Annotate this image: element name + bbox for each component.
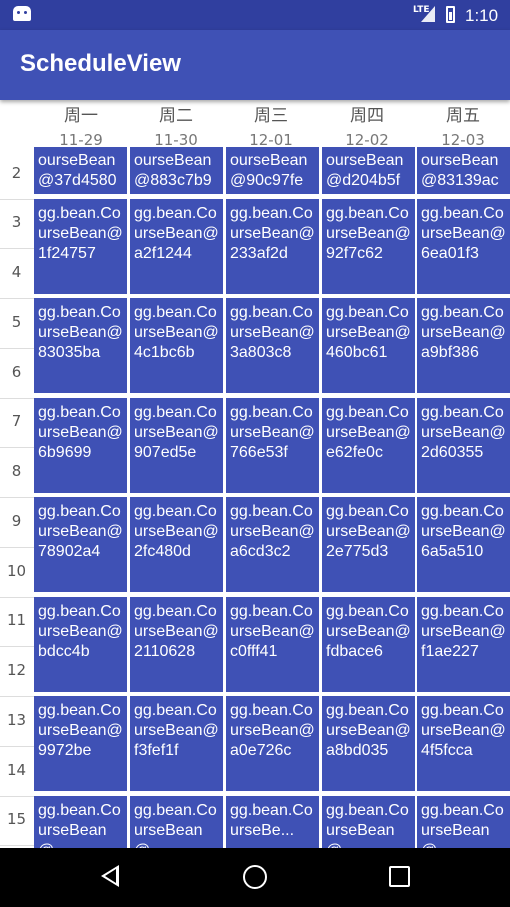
row-number: 9 [11,511,22,530]
row-number: 15 [6,810,27,829]
course-cell[interactable]: gg.bean.CourseBean@a9bf386 [417,298,510,393]
battery-icon [446,6,455,23]
status-bar: LTE 1:10 [0,0,510,30]
course-cell[interactable]: gg.bean.CourseBean@233af2d [226,198,319,294]
row-number: 5 [11,312,22,331]
weekday-label: 周三 [254,106,288,126]
weekday-label: 周一 [64,106,98,126]
row-number: 13 [6,710,27,729]
row-divider [0,845,34,847]
course-cell[interactable]: ourseBean@90c97fe [226,147,319,194]
course-cell[interactable]: gg.bean.CourseBean@a8bd035 [322,696,415,791]
course-cell[interactable]: ourseBean@83139ac [417,147,510,194]
row-divider [0,696,34,697]
row-number: 10 [6,561,27,580]
course-cell[interactable]: ourseBean@883c7b9 [130,147,223,194]
row-divider [0,795,34,797]
course-cell[interactable]: gg.bean.CourseBean@... [322,795,415,848]
day-header: 周一 11-29 周二 11-30 周三 12-01 周四 12-02 周五 1… [0,100,510,149]
date-label: 11-30 [154,131,198,149]
course-cell[interactable]: gg.bean.CourseBean@2fc480d [130,497,223,592]
course-cell[interactable]: gg.bean.CourseBean@460bc61 [322,298,415,393]
day-header-tue: 周二 11-30 [128,100,224,149]
row-number: 4 [11,263,22,282]
course-cell[interactable]: gg.bean.CourseBean@a0e726c [226,696,319,791]
course-cell[interactable]: gg.bean.CourseBean@c0fff41 [226,596,319,692]
clock: 1:10 [465,6,499,25]
row-divider [0,198,34,200]
row-divider [0,347,34,349]
row-divider [0,447,34,449]
course-cell[interactable]: gg.bean.CourseBean@... [417,795,510,848]
row-number: 3 [11,213,22,232]
row-divider [0,248,34,250]
day-header-fri: 周五 12-03 [415,100,510,149]
weekday-label: 周五 [446,106,480,126]
row-number: 11 [6,611,27,630]
course-cell[interactable]: gg.bean.CourseBean@1f24757 [34,198,127,294]
row-number: 12 [6,661,27,680]
course-cell[interactable]: gg.bean.CourseBean@4f5fcca [417,696,510,791]
course-cell[interactable]: gg.bean.CourseBean@a2f1244 [130,198,223,294]
row-number: 14 [6,760,27,779]
course-cell[interactable]: gg.bean.CourseBean@... [130,795,223,848]
course-cell[interactable]: gg.bean.CourseBean@f3fef1f [130,696,223,791]
course-cell[interactable]: gg.bean.CourseBe... [226,795,319,848]
row-divider [0,298,34,299]
course-cell[interactable]: gg.bean.CourseBean@6b9699 [34,397,127,493]
day-header-wed: 周三 12-01 [223,100,319,149]
row-divider [0,497,34,498]
course-cell[interactable]: gg.bean.CourseBean@2e775d3 [322,497,415,592]
back-icon[interactable] [101,865,119,887]
course-cell[interactable]: gg.bean.CourseBean@6ea01f3 [417,198,510,294]
day-header-thu: 周四 12-02 [319,100,415,149]
course-cell[interactable]: gg.bean.CourseBean@78902a4 [34,497,127,592]
schedule-grid[interactable]: 2 3 4 5 6 7 8 9 10 11 12 13 14 15 ourseBean@37d4580 ou… [0,147,510,848]
course-cell[interactable]: gg.bean.CourseBean@e62fe0c [322,397,415,493]
date-label: 12-01 [249,131,293,149]
course-cell[interactable]: gg.bean.CourseBean@4c1bc6b [130,298,223,393]
course-cell[interactable]: gg.bean.CourseBean@bdcc4b [34,596,127,692]
course-cell[interactable]: gg.bean.CourseBean@92f7c62 [322,198,415,294]
course-cell[interactable]: gg.bean.CourseBean@907ed5e [130,397,223,493]
course-cell[interactable]: gg.bean.CourseBean@766e53f [226,397,319,493]
home-icon[interactable] [243,865,267,889]
course-cell[interactable]: gg.bean.CourseBean@3a803c8 [226,298,319,393]
date-label: 12-02 [345,131,389,149]
course-cell[interactable]: gg.bean.CourseBean@fdbace6 [322,596,415,692]
signal-icon [421,6,435,22]
course-cell[interactable]: gg.bean.CourseBean@a6cd3c2 [226,497,319,592]
course-cell[interactable]: gg.bean.CourseBean@6a5a510 [417,497,510,592]
app-title: ScheduleView [20,50,181,77]
row-divider [0,646,34,648]
date-label: 12-03 [441,131,485,149]
course-cell[interactable]: gg.bean.CourseBean@83035ba [34,298,127,393]
day-header-mon: 周一 11-29 [33,100,129,149]
date-label: 11-29 [59,131,103,149]
course-cell[interactable]: gg.bean.CourseBean@... [34,795,127,848]
row-number: 2 [11,163,22,182]
row-divider [0,596,34,598]
weekday-label: 周四 [350,106,384,126]
course-cell[interactable]: gg.bean.CourseBean@2110628 [130,596,223,692]
row-number: 8 [11,462,22,481]
course-cell[interactable]: ourseBean@37d4580 [34,147,127,194]
recent-apps-icon[interactable] [389,866,410,887]
row-divider [0,745,34,747]
row-number: 6 [11,362,22,381]
navigation-bar [0,848,510,907]
course-cell[interactable]: gg.bean.CourseBean@2d60355 [417,397,510,493]
course-cell[interactable]: gg.bean.CourseBean@f1ae227 [417,596,510,692]
row-divider [0,546,34,548]
row-divider [0,397,34,399]
course-cell[interactable]: ourseBean@d204b5f [322,147,415,194]
weekday-label: 周二 [159,106,193,126]
android-debug-icon [13,6,31,21]
row-number: 7 [11,412,22,431]
course-cell[interactable]: gg.bean.CourseBean@9972be [34,696,127,791]
app-bar: ScheduleView [0,30,510,100]
